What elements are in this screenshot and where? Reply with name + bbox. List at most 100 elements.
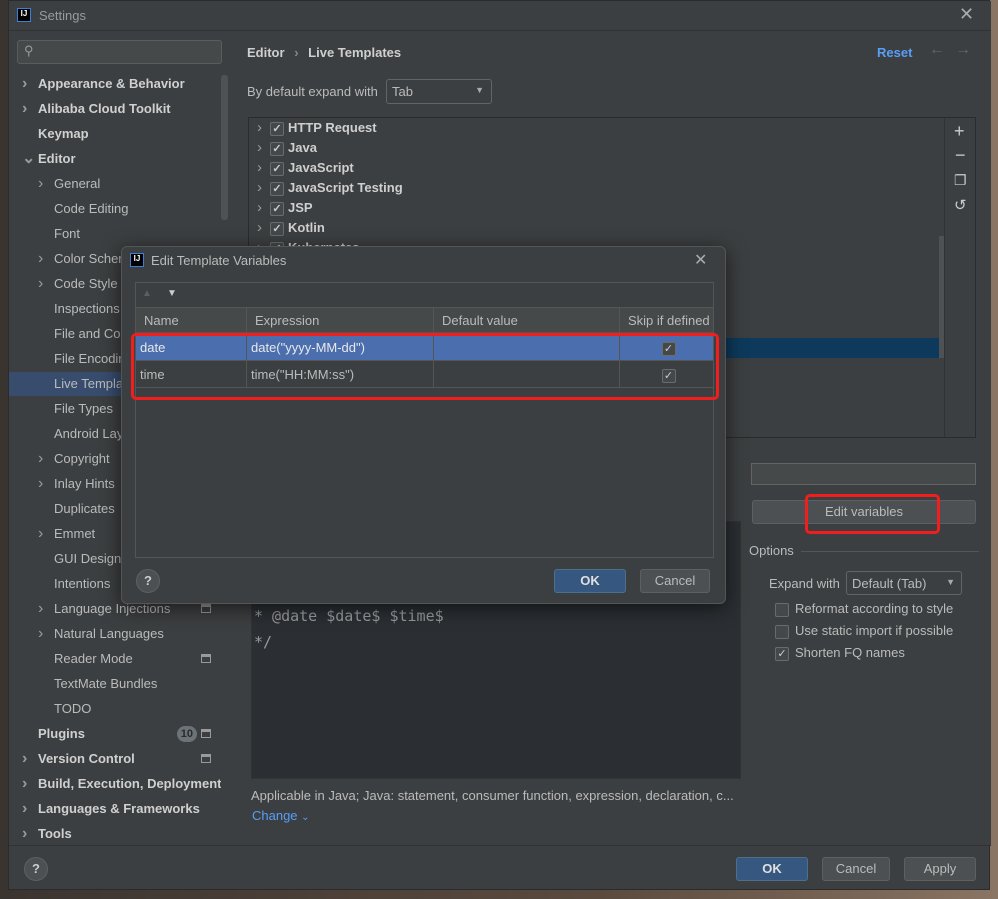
dialog-cancel-button[interactable]: Cancel	[640, 569, 710, 593]
chevron-right-icon[interactable]: ›	[38, 447, 48, 471]
sidebar-item[interactable]: › Tools	[9, 822, 221, 846]
copy-icon[interactable]: ❐	[954, 172, 967, 189]
dialog-ok-button[interactable]: OK	[554, 569, 626, 593]
sidebar-item-label: Inspections	[54, 301, 120, 316]
sidebar-item[interactable]: › Appearance & Behavior	[9, 72, 221, 96]
chevron-right-icon[interactable]: ›	[257, 219, 262, 236]
chevron-right-icon[interactable]: ›	[38, 247, 48, 271]
chevron-right-icon[interactable]: ›	[22, 797, 32, 821]
sidebar-item[interactable]: TODO	[9, 697, 221, 721]
chevron-right-icon[interactable]: ›	[257, 139, 262, 156]
sidebar-item-label: TODO	[54, 701, 92, 716]
checkbox[interactable]	[775, 624, 789, 639]
breadcrumb-editor[interactable]: Editor	[247, 45, 285, 60]
chevron-right-icon[interactable]: ›	[257, 179, 262, 196]
count-badge: 10	[176, 726, 197, 742]
option-checkbox[interactable]: Reformat according to style	[775, 601, 953, 617]
back-arrow-icon[interactable]: ←	[929, 41, 945, 59]
change-contexts-link[interactable]: Change ⌄	[252, 808, 310, 823]
template-group-row[interactable]: › ✓ JSP	[257, 198, 313, 218]
sidebar-item[interactable]: ⌄ Editor	[9, 147, 221, 171]
chevron-right-icon[interactable]: ›	[38, 172, 48, 196]
chevron-right-icon[interactable]: ›	[38, 597, 48, 621]
sidebar-scrollbar[interactable]	[221, 75, 228, 220]
template-group-row[interactable]: › ✓ JavaScript	[257, 158, 354, 178]
remove-icon[interactable]: −	[955, 145, 966, 166]
chevron-right-icon[interactable]: ›	[257, 199, 262, 216]
ok-button[interactable]: OK	[736, 857, 808, 881]
expand-select-value: Tab	[392, 84, 413, 99]
group-checkbox[interactable]: ✓	[270, 161, 284, 176]
sidebar-item[interactable]: Font	[9, 222, 221, 246]
sidebar-item[interactable]: Plugins 10	[9, 722, 221, 746]
search-field[interactable]	[40, 43, 215, 61]
sidebar-item[interactable]: TextMate Bundles	[9, 672, 221, 696]
sidebar-item[interactable]: Reader Mode	[9, 647, 221, 671]
chevron-right-icon[interactable]: ›	[257, 119, 262, 136]
chevron-right-icon[interactable]: ›	[22, 822, 32, 846]
group-checkbox[interactable]: ✓	[270, 201, 284, 216]
description-field[interactable]	[751, 463, 976, 485]
move-down-icon[interactable]: ▼	[167, 288, 177, 299]
column-default-value[interactable]: Default value	[434, 308, 620, 333]
sidebar-item[interactable]: Code Editing	[9, 197, 221, 221]
expand-with-select[interactable]: Default (Tab) ▼	[846, 571, 962, 595]
list-toolbar: + − ❐ ↺	[944, 118, 976, 437]
sidebar-item[interactable]: › Languages & Frameworks	[9, 797, 221, 821]
chevron-right-icon[interactable]: ›	[257, 159, 262, 176]
applicable-contexts: Applicable in Java; Java: statement, con…	[251, 788, 734, 803]
editor-line: */	[254, 633, 273, 651]
chevron-down-icon: ⌄	[301, 812, 310, 823]
expand-select[interactable]: Tab ▼	[386, 79, 492, 104]
group-checkbox[interactable]: ✓	[270, 141, 284, 156]
column-name[interactable]: Name	[136, 308, 247, 333]
close-icon[interactable]: ✕	[959, 4, 974, 25]
checkbox[interactable]	[775, 602, 789, 617]
column-skip-if-defined[interactable]: Skip if defined	[620, 308, 713, 333]
restore-icon[interactable]: ↺	[954, 196, 967, 214]
column-expression[interactable]: Expression	[247, 308, 434, 333]
checkbox[interactable]: ✓	[775, 646, 789, 661]
chevron-right-icon[interactable]: ›	[38, 272, 48, 296]
chevron-right-icon[interactable]: ›	[38, 622, 48, 646]
sidebar-item[interactable]: › Version Control	[9, 747, 221, 771]
search-input[interactable]: ⚲	[17, 40, 222, 64]
apply-button[interactable]: Apply	[904, 857, 976, 881]
template-group-row[interactable]: › ✓ Kotlin	[257, 218, 325, 238]
sidebar-item[interactable]: › Natural Languages	[9, 622, 221, 646]
forward-arrow-icon[interactable]: →	[955, 41, 971, 59]
template-group-row[interactable]: › ✓ JavaScript Testing	[257, 178, 403, 198]
sidebar-item[interactable]: › Alibaba Cloud Toolkit	[9, 97, 221, 121]
group-checkbox[interactable]: ✓	[270, 181, 284, 196]
checkbox-label: Reformat according to style	[795, 601, 954, 616]
option-checkbox[interactable]: Use static import if possible	[775, 623, 953, 639]
close-icon[interactable]: ✕	[694, 250, 707, 270]
chevron-down-icon[interactable]: ⌄	[22, 147, 35, 171]
chevron-right-icon[interactable]: ›	[22, 97, 32, 121]
chevron-right-icon[interactable]: ›	[22, 72, 32, 96]
sidebar-item[interactable]: › Build, Execution, Deployment	[9, 772, 221, 796]
checkbox-label: Shorten FQ names	[795, 645, 905, 660]
reset-link[interactable]: Reset	[877, 45, 912, 60]
chevron-right-icon[interactable]: ›	[22, 747, 32, 771]
chevron-right-icon[interactable]: ›	[38, 522, 48, 546]
template-group-row[interactable]: › ✓ Java	[257, 138, 317, 158]
help-button[interactable]: ?	[136, 569, 160, 593]
sidebar-item-label: Tools	[38, 826, 72, 841]
help-button[interactable]: ?	[24, 857, 48, 881]
title-bar: IJ Settings ✕	[9, 1, 991, 31]
chevron-right-icon[interactable]: ›	[22, 772, 32, 796]
sidebar-item[interactable]: › General	[9, 172, 221, 196]
chevron-right-icon[interactable]: ›	[38, 472, 48, 496]
group-checkbox[interactable]: ✓	[270, 121, 284, 136]
sidebar-item-label: Code Style	[54, 276, 118, 291]
option-checkbox[interactable]: ✓ Shorten FQ names	[775, 645, 905, 661]
cancel-button[interactable]: Cancel	[822, 857, 890, 881]
group-label: JSP	[288, 200, 313, 215]
sidebar-item[interactable]: Keymap	[9, 122, 221, 146]
add-icon[interactable]: +	[954, 121, 965, 142]
move-up-icon[interactable]: ▲	[142, 288, 152, 299]
group-label: JavaScript	[288, 160, 354, 175]
group-checkbox[interactable]: ✓	[270, 221, 284, 236]
template-group-row[interactable]: › ✓ HTTP Request	[257, 118, 377, 138]
